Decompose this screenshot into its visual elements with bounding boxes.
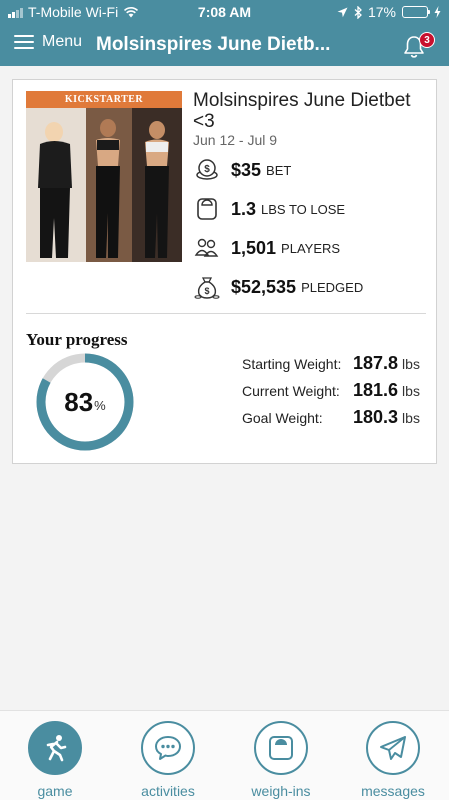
svg-text:$: $ [204,286,209,296]
goal-weight-row: Goal Weight: 180.3 lbs [242,407,427,434]
page-title: Molsinspires June Dietb... [96,34,331,55]
starting-weight-value: 187.8 [353,353,399,373]
divider [26,313,426,314]
svg-text:$: $ [204,164,210,175]
photo-banner: KICKSTARTER [26,91,182,108]
tab-messages[interactable]: messages [343,721,443,799]
scale-icon [193,195,221,223]
progress-percent-value: 83 [64,386,94,417]
game-card: KICKSTARTER Molsinspires June Dietbet <3… [12,79,437,464]
stat-lbs-to-lose: 1.3 LBS TO LOSE [193,195,345,223]
players-value: 1,501 [231,237,277,258]
bluetooth-icon [354,5,362,19]
lbs-to-lose-value: 1.3 [231,198,257,219]
stat-pledged: $ $52,535 PLEDGED [193,273,363,301]
tab-game-label: game [37,783,73,799]
players-icon [193,234,221,262]
current-weight-value: 181.6 [353,380,399,400]
current-weight-row: Current Weight: 181.6 lbs [242,380,427,407]
location-icon [337,7,348,17]
progress-heading: Your progress [26,330,128,349]
game-dates: Jun 12 - Jul 9 [193,132,278,148]
goal-weight-value: 180.3 [353,407,399,427]
progress-photos-image [26,108,182,262]
pledged-value: $52,535 [231,276,297,297]
current-weight-label: Current Weight: [242,383,340,399]
tab-game-circle[interactable] [28,721,82,775]
lbs-to-lose-unit: LBS TO LOSE [261,201,346,217]
game-title: Molsinspires June Dietbet <3 [193,90,411,132]
tab-activities-label: activities [141,783,195,799]
coins-icon: $ [193,156,221,184]
bet-unit: BET [266,162,292,178]
runner-icon [46,735,67,762]
stat-players: 1,501 PLAYERS [193,234,340,262]
bet-value: $35 [231,159,262,180]
pledged-unit: PLEDGED [301,279,364,295]
menu-button[interactable]: Menu [14,33,82,51]
money-bag-icon: $ [193,273,221,301]
tab-weigh-ins-label: weigh-ins [251,783,311,799]
starting-weight-label: Starting Weight: [242,356,342,372]
starting-weight-row: Starting Weight: 187.8 lbs [242,353,427,380]
tab-game[interactable]: game [5,721,105,799]
status-bar: T-Mobile Wi-Fi 7:08 AM 17% [0,0,449,24]
charging-icon [434,6,441,18]
nav-bar: Menu Molsinspires June Dietb... 3 [0,24,449,66]
battery-percent: 17% [367,4,396,20]
tab-messages-label: messages [361,783,425,799]
notification-badge: 3 [419,32,435,48]
goal-weight-label: Goal Weight: [242,410,323,426]
tab-activities[interactable]: activities [118,721,218,799]
bottom-tab-bar: game activities weigh-ins messages [0,710,449,800]
hamburger-icon [14,35,34,49]
starting-weight-unit: lbs [402,356,420,372]
tab-messages-circle[interactable] [366,721,420,775]
game-photo[interactable]: KICKSTARTER [26,91,182,262]
tab-activities-circle[interactable] [141,721,195,775]
notifications-button[interactable]: 3 [401,30,435,60]
stat-bet: $ $35 BET [193,156,291,184]
scale-icon [269,736,293,760]
battery-icon [402,6,430,18]
current-weight-unit: lbs [402,383,420,399]
players-unit: PLAYERS [281,240,341,256]
progress-percent-sign: % [94,397,106,413]
chat-bubble-icon [155,736,181,760]
tab-weigh-ins-circle[interactable] [254,721,308,775]
paper-plane-icon [380,736,406,760]
goal-weight-unit: lbs [402,410,420,426]
menu-label: Menu [42,33,83,50]
tab-weigh-ins[interactable]: weigh-ins [231,721,331,799]
progress-percent: 83 % [35,352,135,452]
weights-list: Starting Weight: 187.8 lbs Current Weigh… [242,353,427,434]
